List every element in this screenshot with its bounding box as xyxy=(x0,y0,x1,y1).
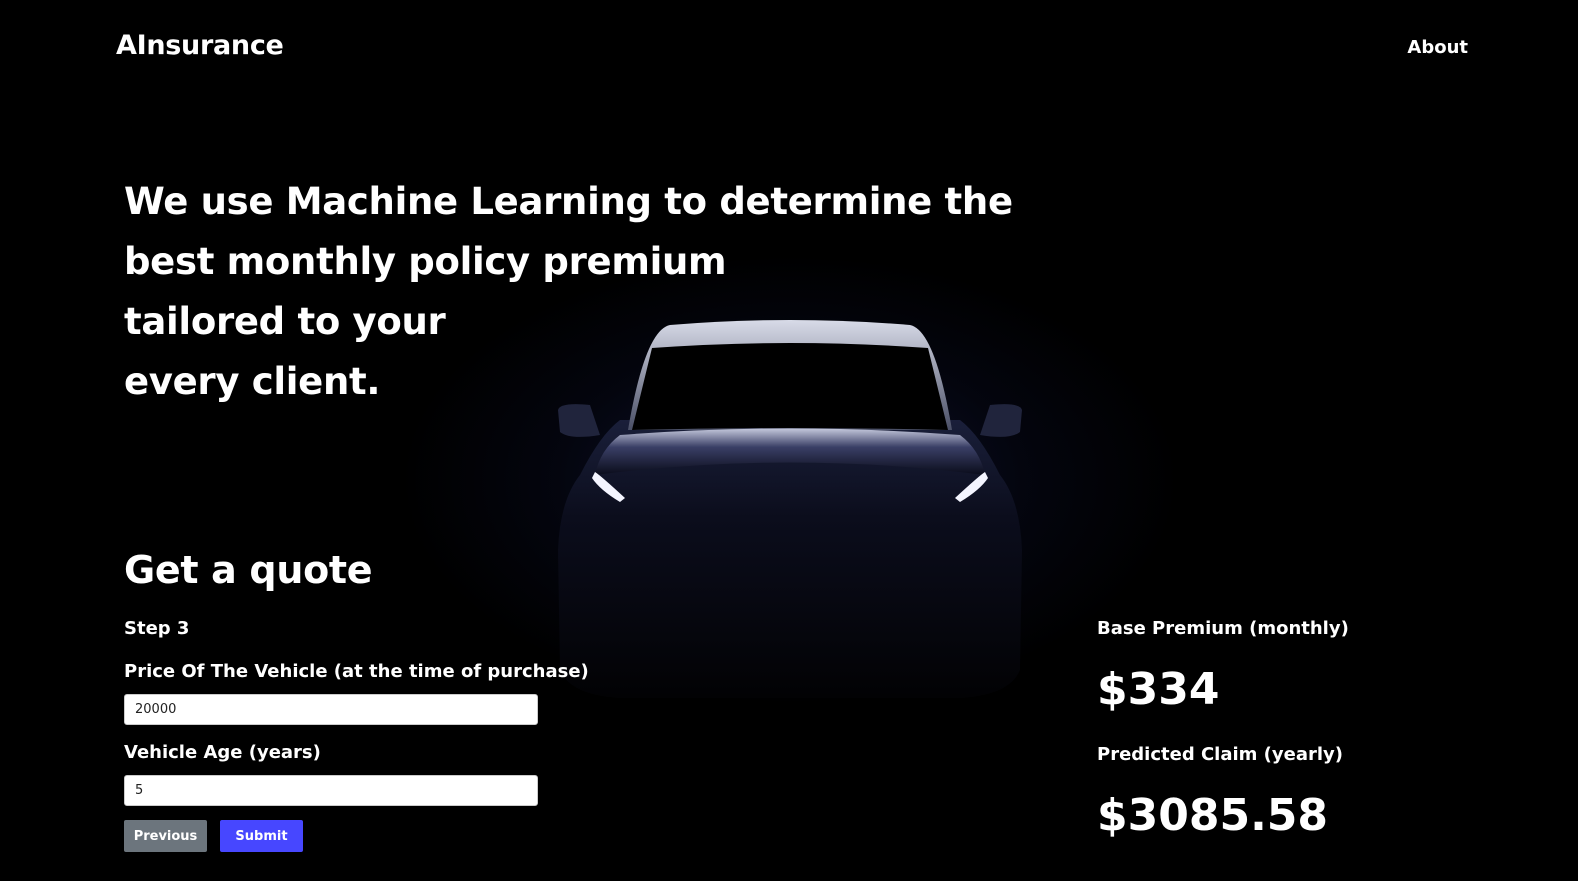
base-premium-value: $334 xyxy=(1097,664,1220,715)
logo[interactable]: AInsurance xyxy=(116,30,284,61)
vehicle-price-label: Price Of The Vehicle (at the time of pur… xyxy=(124,661,589,682)
vehicle-price-input[interactable] xyxy=(124,694,538,725)
vehicle-age-input[interactable] xyxy=(124,775,538,806)
predicted-claim-value: $3085.58 xyxy=(1097,790,1329,841)
nav-about-link[interactable]: About xyxy=(1407,37,1468,58)
page: AInsurance About We use Machine Learning… xyxy=(0,0,1578,881)
submit-button[interactable]: Submit xyxy=(220,820,303,852)
predicted-claim-label: Predicted Claim (yearly) xyxy=(1097,744,1344,765)
base-premium-label: Base Premium (monthly) xyxy=(1097,618,1349,639)
hero-line: tailored to your xyxy=(124,300,446,343)
hero-line: best monthly policy premium xyxy=(124,240,727,283)
previous-button[interactable]: Previous xyxy=(124,820,207,852)
quote-title: Get a quote xyxy=(124,548,373,592)
step-label: Step 3 xyxy=(124,618,190,639)
hero-line: We use Machine Learning to determine the xyxy=(124,180,1013,223)
hero-line: every client. xyxy=(124,360,381,403)
hero-heading: We use Machine Learning to determine the… xyxy=(124,172,1013,412)
vehicle-age-label: Vehicle Age (years) xyxy=(124,742,321,763)
